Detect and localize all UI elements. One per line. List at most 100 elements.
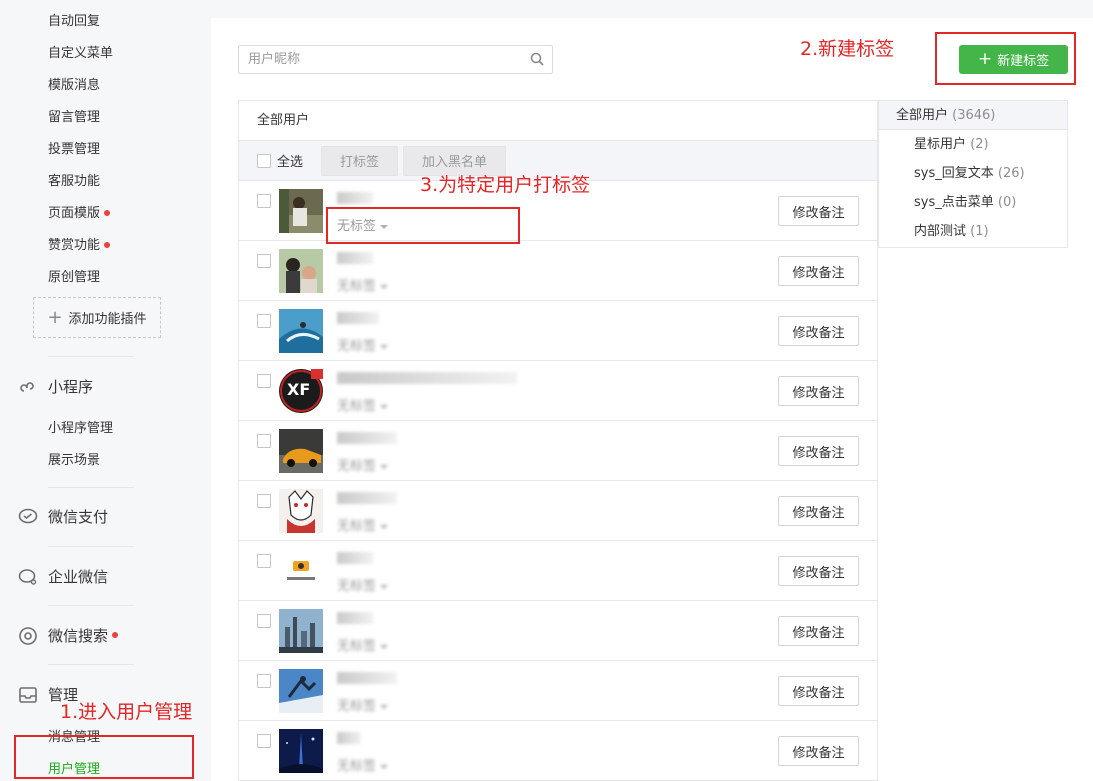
user-nickname-blurred: [337, 492, 397, 504]
sidebar-divider: [48, 487, 134, 488]
sidebar-item-customer-service[interactable]: 客服功能: [48, 170, 100, 189]
avatar[interactable]: XF: [279, 369, 323, 413]
avatar[interactable]: [279, 249, 323, 293]
avatar[interactable]: [279, 549, 323, 593]
sidebar-section-mini-program[interactable]: 小程序: [18, 376, 93, 397]
tag-group-panel: 全部用户 (3646) 星标用户 (2) sys_回复文本 (26) sys_点…: [878, 100, 1068, 248]
user-nickname-blurred: [337, 192, 373, 204]
edit-remark-button[interactable]: 修改备注: [778, 616, 859, 646]
table-row: 无标签 修改备注: [239, 421, 877, 481]
avatar[interactable]: [279, 489, 323, 533]
annotation-box-new-tag: [935, 32, 1076, 85]
tag-dropdown[interactable]: 无标签: [337, 455, 389, 474]
row-checkbox[interactable]: [257, 254, 271, 268]
row-checkbox[interactable]: [257, 434, 271, 448]
new-badge-dot: [112, 631, 119, 638]
tag-dropdown[interactable]: 无标签: [337, 635, 389, 654]
row-checkbox[interactable]: [257, 494, 271, 508]
row-checkbox[interactable]: [257, 314, 271, 328]
avatar[interactable]: [279, 309, 323, 353]
annotation-step2: 2.新建标签: [800, 38, 895, 60]
user-list: 全部用户 全选 打标签 加入黑名单 无标签 修改备注 无标签 修改备注 无标签 …: [238, 100, 878, 781]
row-checkbox[interactable]: [257, 554, 271, 568]
edit-remark-button[interactable]: 修改备注: [778, 736, 859, 766]
new-badge-dot: [104, 241, 111, 248]
table-row: 无标签 修改备注: [239, 541, 877, 601]
sidebar-item-template-message[interactable]: 模版消息: [48, 74, 100, 93]
table-row: 无标签 修改备注: [239, 301, 877, 361]
group-item-starred[interactable]: 星标用户 (2): [879, 130, 1067, 159]
group-item-sys-reply-text[interactable]: sys_回复文本 (26): [879, 159, 1067, 188]
group-item-sys-click-menu[interactable]: sys_点击菜单 (0): [879, 188, 1067, 217]
row-checkbox[interactable]: [257, 194, 271, 208]
sidebar-divider: [48, 605, 134, 606]
edit-remark-button[interactable]: 修改备注: [778, 376, 859, 406]
tag-dropdown[interactable]: 无标签: [337, 275, 389, 294]
sidebar-item-original-management[interactable]: 原创管理: [48, 266, 100, 285]
tag-button[interactable]: 打标签: [321, 145, 399, 176]
edit-remark-button[interactable]: 修改备注: [778, 676, 859, 706]
sidebar-section-wechat-search[interactable]: 微信搜索: [18, 625, 119, 646]
search-icon[interactable]: [530, 52, 544, 70]
inbox-icon: [18, 685, 38, 705]
group-item-all-users[interactable]: 全部用户 (3646): [879, 101, 1067, 130]
main-panel: + 新建标签 全部用户 全选 打标签 加入黑名单 无标签 修改备注: [211, 18, 1093, 781]
row-checkbox[interactable]: [257, 374, 271, 388]
wechat-pay-icon: [18, 507, 38, 527]
group-item-internal-test[interactable]: 内部测试 (1): [879, 217, 1067, 246]
user-nickname-blurred: [337, 732, 361, 744]
chevron-down-icon: [380, 344, 389, 349]
table-row: 无标签 修改备注: [239, 481, 877, 541]
edit-remark-button[interactable]: 修改备注: [778, 496, 859, 526]
user-list-title: 全部用户: [239, 101, 877, 141]
chevron-down-icon: [380, 524, 389, 529]
edit-remark-button[interactable]: 修改备注: [778, 316, 859, 346]
table-row: 无标签 修改备注: [239, 601, 877, 661]
row-checkbox[interactable]: [257, 734, 271, 748]
edit-remark-button[interactable]: 修改备注: [778, 256, 859, 286]
avatar[interactable]: [279, 669, 323, 713]
avatar[interactable]: [279, 189, 323, 233]
chevron-down-icon: [380, 404, 389, 409]
table-row: 无标签 修改备注: [239, 661, 877, 721]
sidebar-item-auto-reply[interactable]: 自动回复: [48, 10, 100, 29]
avatar[interactable]: [279, 429, 323, 473]
sidebar-item-page-template[interactable]: 页面模版: [48, 202, 111, 221]
tag-dropdown[interactable]: 无标签: [337, 755, 389, 774]
annotation-step1: 1.进入用户管理: [60, 701, 193, 723]
row-checkbox[interactable]: [257, 614, 271, 628]
select-all-checkbox[interactable]: [257, 153, 271, 168]
tag-dropdown[interactable]: 无标签: [337, 335, 389, 354]
sidebar: 自动回复 自定义菜单 模版消息 留言管理 投票管理 客服功能 页面模版 赞赏功能…: [0, 0, 210, 781]
chevron-down-icon: [380, 704, 389, 709]
sidebar-item-vote-management[interactable]: 投票管理: [48, 138, 100, 157]
annotation-step3: 3.为特定用户打标签: [420, 174, 591, 196]
table-row: 无标签 修改备注: [239, 241, 877, 301]
chevron-down-icon: [380, 764, 389, 769]
chevron-down-icon: [380, 284, 389, 289]
avatar[interactable]: [279, 609, 323, 653]
sidebar-item-appreciation[interactable]: 赞赏功能: [48, 234, 111, 253]
enterprise-wechat-icon: [18, 567, 38, 587]
row-checkbox[interactable]: [257, 674, 271, 688]
table-row: 无标签 修改备注: [239, 721, 877, 781]
sidebar-item-display-scene[interactable]: 展示场景: [48, 449, 100, 468]
avatar[interactable]: [279, 729, 323, 773]
edit-remark-button[interactable]: 修改备注: [778, 436, 859, 466]
sidebar-divider: [48, 664, 134, 665]
add-plugin-button[interactable]: + 添加功能插件: [33, 297, 161, 338]
sidebar-section-wechat-pay[interactable]: 微信支付: [18, 506, 108, 527]
tag-dropdown[interactable]: 无标签: [337, 395, 389, 414]
search-box: [238, 45, 553, 74]
user-nickname-blurred: [337, 672, 397, 684]
tag-dropdown[interactable]: 无标签: [337, 575, 389, 594]
sidebar-section-enterprise-wechat[interactable]: 企业微信: [18, 566, 108, 587]
search-input[interactable]: [239, 46, 509, 73]
tag-dropdown[interactable]: 无标签: [337, 515, 389, 534]
sidebar-item-custom-menu[interactable]: 自定义菜单: [48, 42, 113, 61]
sidebar-item-mini-program-management[interactable]: 小程序管理: [48, 417, 113, 436]
tag-dropdown[interactable]: 无标签: [337, 695, 389, 714]
edit-remark-button[interactable]: 修改备注: [778, 196, 859, 226]
edit-remark-button[interactable]: 修改备注: [778, 556, 859, 586]
sidebar-item-comment-management[interactable]: 留言管理: [48, 106, 100, 125]
